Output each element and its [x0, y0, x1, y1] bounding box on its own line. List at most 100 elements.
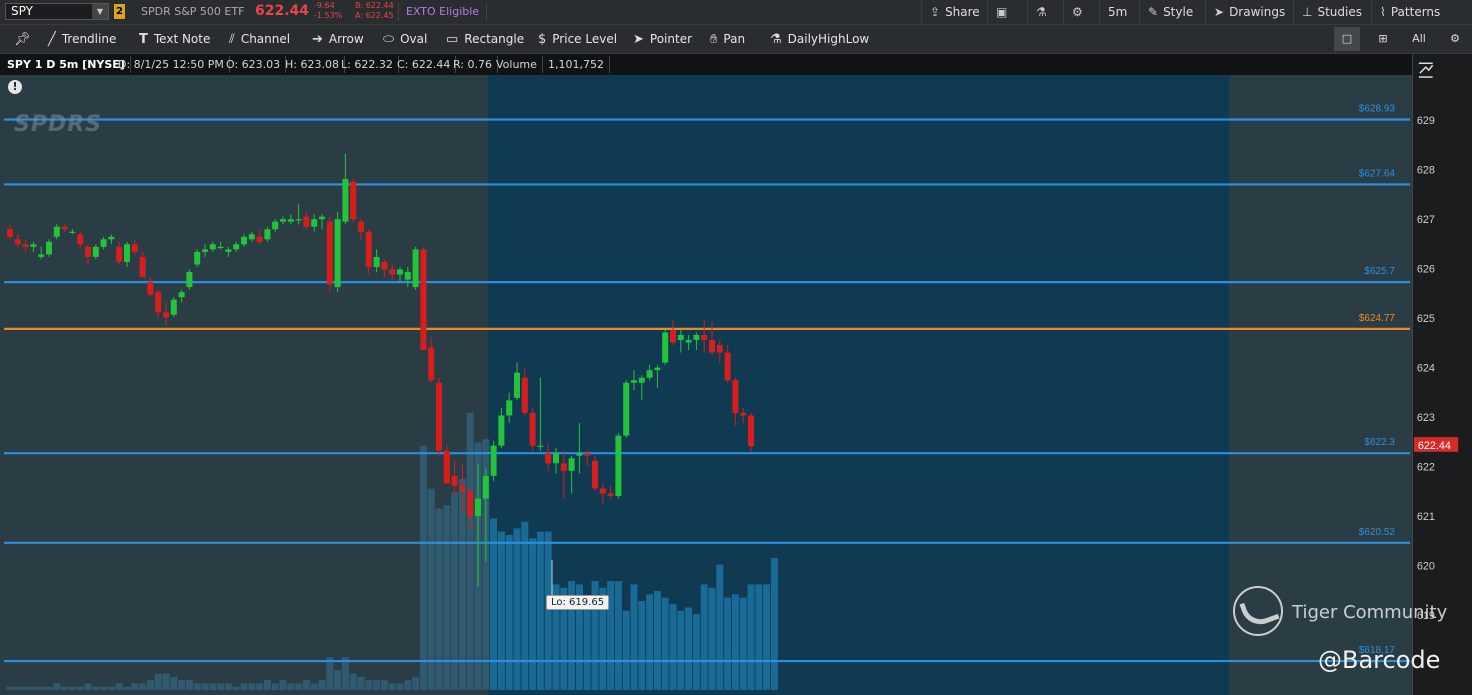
rectangle-icon: ▭ — [446, 32, 459, 47]
tool-text-note[interactable]: T Text Note — [139, 25, 210, 53]
volume-bar — [490, 518, 498, 690]
candle-body — [498, 415, 505, 446]
price-axis[interactable]: 629628627626625624623622621620619 622.44 — [1412, 54, 1472, 695]
style-button[interactable]: ✎ Style — [1139, 0, 1205, 24]
candle-body — [545, 453, 552, 464]
volume-bar — [622, 610, 630, 690]
candle-body — [155, 292, 162, 313]
symbol-selector[interactable]: SPY ▼ — [5, 3, 109, 20]
candle-body — [576, 453, 583, 456]
volume-bar — [685, 607, 693, 690]
y-tick-label: 625 — [1417, 313, 1435, 325]
y-tick-label: 628 — [1417, 165, 1435, 177]
settings-button[interactable]: ⚙ — [1063, 0, 1099, 24]
link-group-badge[interactable]: 2 — [114, 4, 125, 19]
flask-button[interactable]: ⚗ — [1027, 0, 1063, 24]
volume-bar — [76, 686, 84, 690]
volume-bar — [146, 680, 154, 690]
price-level-label: $620.52 — [1359, 527, 1396, 538]
flask-icon: ⚗ — [770, 32, 782, 47]
volume-bar — [396, 683, 404, 690]
volume-bar — [217, 683, 225, 690]
alert-icon[interactable]: ! — [8, 80, 22, 94]
tool-oval[interactable]: ⬭ Oval — [383, 25, 427, 53]
candle-body — [740, 412, 747, 416]
candle-body — [490, 445, 497, 476]
candle-body — [404, 272, 411, 280]
studies-button[interactable]: ⊥ Studies — [1293, 0, 1371, 24]
tool-trendline[interactable]: ╱ Trendline — [48, 25, 116, 53]
candle-body — [428, 347, 435, 381]
volume-bar — [763, 584, 771, 690]
candle-body — [732, 380, 739, 413]
candle-body — [178, 292, 185, 298]
candle-body — [272, 221, 279, 230]
tool-daily-high-low[interactable]: ⚗ DailyHighLow — [770, 25, 869, 53]
current-price-label: 622.44 — [1418, 440, 1451, 452]
tool-arrow[interactable]: ➔ Arrow — [312, 25, 364, 53]
axis-settings-icon[interactable] — [1418, 62, 1434, 78]
candle-body — [670, 329, 676, 343]
share-button[interactable]: ⇪ Share — [921, 0, 987, 24]
candle-body — [693, 334, 700, 340]
volume-bar — [583, 597, 591, 690]
change-abs: -9.64 — [314, 1, 335, 10]
candle-body — [599, 488, 606, 494]
candle-body — [209, 244, 216, 250]
camera-icon: ▣ — [996, 5, 1008, 19]
single-layout-button[interactable]: □ — [1334, 27, 1360, 51]
volume-bar — [357, 676, 365, 690]
volume-bar — [747, 584, 755, 690]
patterns-button[interactable]: ⌇ Patterns — [1371, 0, 1461, 24]
volume-label: Volume — [491, 56, 543, 73]
tool-price-level[interactable]: $ Price Level — [538, 25, 617, 53]
candle-body — [186, 272, 193, 288]
candle-body — [685, 339, 692, 343]
interval-button[interactable]: 5m — [1099, 0, 1139, 24]
text-icon: T — [139, 32, 148, 47]
candle-body — [748, 415, 754, 447]
candle-body — [241, 236, 247, 245]
volume-bar — [68, 686, 76, 690]
volume-bar — [178, 680, 186, 690]
volume-bar — [139, 683, 147, 690]
candle-body — [61, 226, 68, 230]
chevron-down-icon[interactable]: ▼ — [92, 4, 108, 19]
candle-body — [397, 269, 403, 275]
chart-settings-button[interactable]: ⚙ — [1442, 27, 1468, 51]
bar-date: D: 8/1/25 12:50 PM — [113, 56, 230, 73]
volume-bar — [661, 597, 669, 690]
y-tick-label: 623 — [1417, 412, 1435, 424]
pin-button[interactable]: 📌︎ — [14, 25, 37, 53]
top-toolbar: SPY ▼ 2 SPDR S&P 500 ETF 622.44 -9.64 -1… — [0, 0, 1472, 25]
price-chart[interactable]: $628.93 $627.64 $625.7 $624.77 $622.3 $620.52… — [0, 75, 1412, 695]
candle-body — [225, 249, 232, 252]
volume-bar — [497, 531, 505, 690]
volume-bar — [45, 686, 53, 690]
candle-body — [638, 377, 645, 383]
volume-bar — [263, 680, 271, 690]
candle-body — [365, 231, 372, 267]
tool-pan[interactable]: ✋︎ Pan — [710, 25, 745, 53]
grid-layout-button[interactable]: ⊞ — [1370, 27, 1396, 51]
y-tick-label: 620 — [1417, 561, 1435, 573]
symbol-input[interactable]: SPY — [11, 4, 33, 18]
candle-body — [69, 231, 76, 233]
volume-bar — [544, 531, 552, 690]
volume-bar — [131, 683, 139, 690]
bar-open: O: 623.03 — [221, 56, 287, 73]
candle-body — [373, 256, 380, 267]
patterns-icon: ⌇ — [1380, 5, 1386, 19]
all-button[interactable]: All — [1406, 27, 1432, 51]
y-ticks: 629628627626625624623622621620619 — [1417, 115, 1435, 622]
volume-bar — [100, 686, 108, 690]
price-level-label: $624.77 — [1359, 313, 1396, 324]
volume-bar — [224, 683, 232, 690]
tool-rectangle[interactable]: ▭ Rectangle — [446, 25, 524, 53]
snapshot-button[interactable]: ▣ — [987, 0, 1027, 24]
drawings-button[interactable]: ➤ Drawings — [1205, 0, 1293, 24]
watermark-brand: Tiger Community — [1292, 602, 1448, 623]
candle-body — [319, 216, 325, 220]
tool-pointer[interactable]: ➤ Pointer — [633, 25, 692, 53]
tool-channel[interactable]: ⫽ Channel — [229, 25, 290, 53]
